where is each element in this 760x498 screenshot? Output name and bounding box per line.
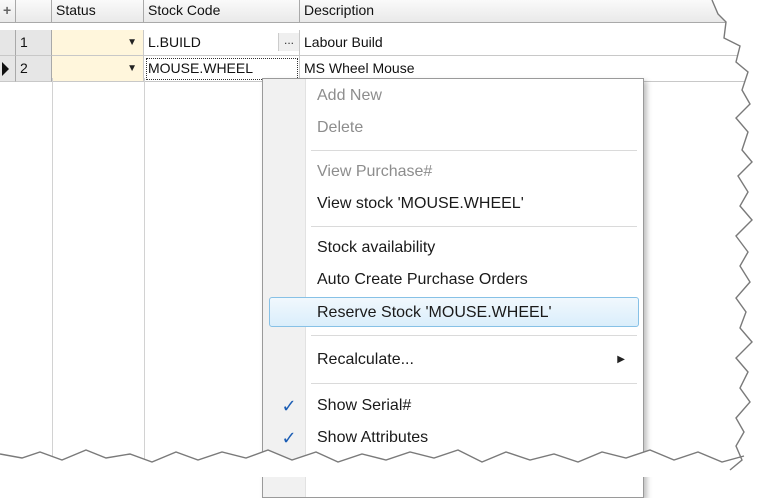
checkmark-icon: ✓: [281, 428, 297, 448]
chevron-down-icon[interactable]: ▼: [127, 30, 137, 55]
menu-item-label: View Purchase#: [317, 163, 433, 180]
status-dropdown[interactable]: ▼: [52, 30, 144, 56]
menu-item-reserve-stock[interactable]: Reserve Stock 'MOUSE.WHEEL': [269, 297, 639, 327]
menu-item-recalculate[interactable]: Recalculate... ▶: [269, 345, 639, 375]
menu-item-label: Auto Create Purchase Orders: [317, 271, 528, 288]
menu-item-show-serial[interactable]: ✓ Show Serial#: [269, 391, 639, 421]
menu-item-label: Recalculate...: [317, 351, 414, 368]
menu-item-auto-create-purchase-orders[interactable]: Auto Create Purchase Orders: [269, 265, 639, 295]
menu-item-delete[interactable]: Delete: [269, 113, 639, 143]
row-number-header: [16, 0, 52, 22]
column-divider: [144, 78, 145, 477]
description-cell[interactable]: Labour Build: [300, 30, 760, 56]
stock-code-value: L.BUILD: [148, 34, 201, 50]
menu-item-label: Stock availability: [317, 239, 436, 256]
submenu-arrow-icon: ▶: [617, 354, 625, 365]
status-dropdown[interactable]: ▼: [52, 56, 144, 82]
checkmark-icon: ✓: [281, 396, 297, 416]
context-menu: Add New Delete View Purchase# View stock…: [262, 78, 644, 498]
menu-item-label: Show Attributes: [317, 429, 429, 446]
row-selector[interactable]: [0, 56, 16, 82]
menu-separator: [311, 335, 637, 336]
current-row-arrow-icon: [2, 62, 9, 76]
stock-code-value: MOUSE.WHEEL: [148, 60, 254, 76]
menu-item-grid-columns[interactable]: Grid Columns: [269, 455, 639, 485]
menu-item-view-purchase[interactable]: View Purchase#: [269, 157, 639, 187]
menu-item-add-new[interactable]: Add New: [269, 81, 639, 111]
lookup-ellipsis-button[interactable]: ...: [278, 33, 299, 51]
row-selector[interactable]: [0, 30, 16, 56]
add-row-icon[interactable]: +: [0, 0, 16, 22]
menu-item-label: Delete: [317, 119, 364, 136]
column-header-status[interactable]: Status: [52, 0, 144, 22]
stock-code-cell[interactable]: L.BUILD ...: [144, 30, 300, 56]
menu-item-label: Grid Columns: [317, 461, 415, 478]
menu-separator: [311, 150, 637, 151]
table-row[interactable]: 1 ▼ L.BUILD ... Labour Build: [0, 30, 760, 56]
column-header-description[interactable]: Description: [300, 0, 760, 22]
chevron-down-icon[interactable]: ▼: [127, 56, 137, 81]
menu-item-label: Show Serial#: [317, 397, 412, 414]
row-number: 2: [16, 56, 52, 82]
grid-header: + Status Stock Code Description: [0, 0, 760, 23]
menu-separator: [311, 383, 637, 384]
menu-item-stock-availability[interactable]: Stock availability: [269, 233, 639, 263]
menu-item-label: Add New: [317, 87, 382, 104]
menu-separator: [311, 226, 637, 227]
row-number: 1: [16, 30, 52, 56]
column-divider: [52, 78, 53, 477]
menu-item-show-attributes[interactable]: ✓ Show Attributes: [269, 423, 639, 453]
column-header-stock-code[interactable]: Stock Code: [144, 0, 300, 22]
menu-item-label: View stock 'MOUSE.WHEEL': [317, 195, 524, 212]
menu-item-view-stock[interactable]: View stock 'MOUSE.WHEEL': [269, 189, 639, 219]
menu-item-label: Reserve Stock 'MOUSE.WHEEL': [317, 304, 552, 321]
